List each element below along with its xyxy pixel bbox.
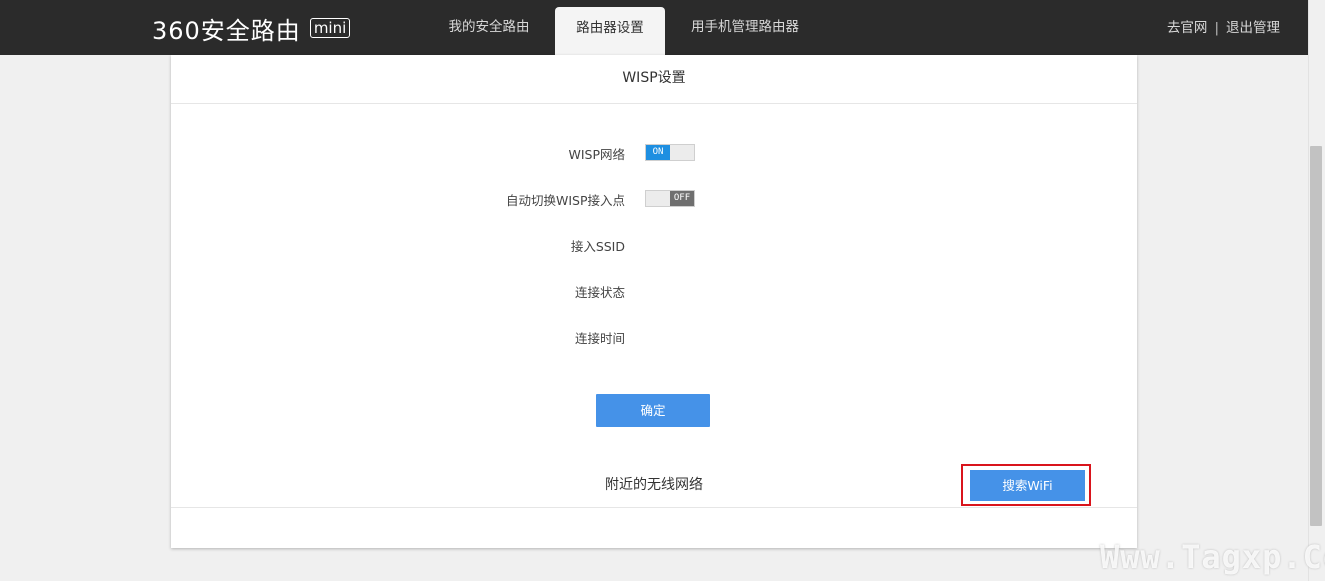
official-site-link[interactable]: 去官网 — [1167, 20, 1208, 36]
scrollbar-thumb[interactable] — [1310, 146, 1322, 526]
section-divider — [171, 507, 1137, 508]
tab-router-settings[interactable]: 路由器设置 — [555, 7, 665, 55]
search-wifi-button[interactable]: 搜索WiFi — [970, 470, 1085, 501]
top-nav-bar: 360安全路由 mini 我的安全路由 路由器设置 用手机管理路由器 去官网 | 退… — [0, 0, 1308, 55]
toggle-off-knob: OFF — [670, 191, 694, 206]
top-links: 去官网 | 退出管理 — [1167, 0, 1280, 55]
logout-link[interactable]: 退出管理 — [1226, 20, 1280, 36]
watermark: Www.Tagxp.Com — [1100, 538, 1325, 576]
tab-mobile-manage[interactable]: 用手机管理路由器 — [678, 0, 812, 55]
panel-title: WISP设置 — [171, 55, 1137, 104]
connection-status-label: 连接状态 — [574, 285, 625, 300]
logo-badge: mini — [309, 18, 351, 38]
wisp-network-label: WISP网络 — [568, 147, 625, 162]
auto-switch-label: 自动切换WISP接入点 — [505, 193, 625, 208]
tab-my-router[interactable]: 我的安全路由 — [433, 0, 545, 55]
connection-time-label: 连接时间 — [574, 331, 625, 346]
toggle-on-knob: ON — [646, 145, 670, 160]
wisp-settings-panel: WISP设置 WISP网络 ON 自动切换WISP接入点 OFF 接入SSID … — [171, 55, 1137, 548]
logo[interactable]: 360安全路由 mini — [152, 13, 351, 45]
wisp-network-toggle[interactable]: ON — [645, 144, 695, 161]
confirm-button[interactable]: 确定 — [596, 394, 710, 427]
link-separator: | — [1214, 20, 1219, 36]
ssid-label: 接入SSID — [570, 239, 625, 254]
logo-text: 360安全路由 — [152, 16, 301, 45]
auto-switch-toggle[interactable]: OFF — [645, 190, 695, 207]
